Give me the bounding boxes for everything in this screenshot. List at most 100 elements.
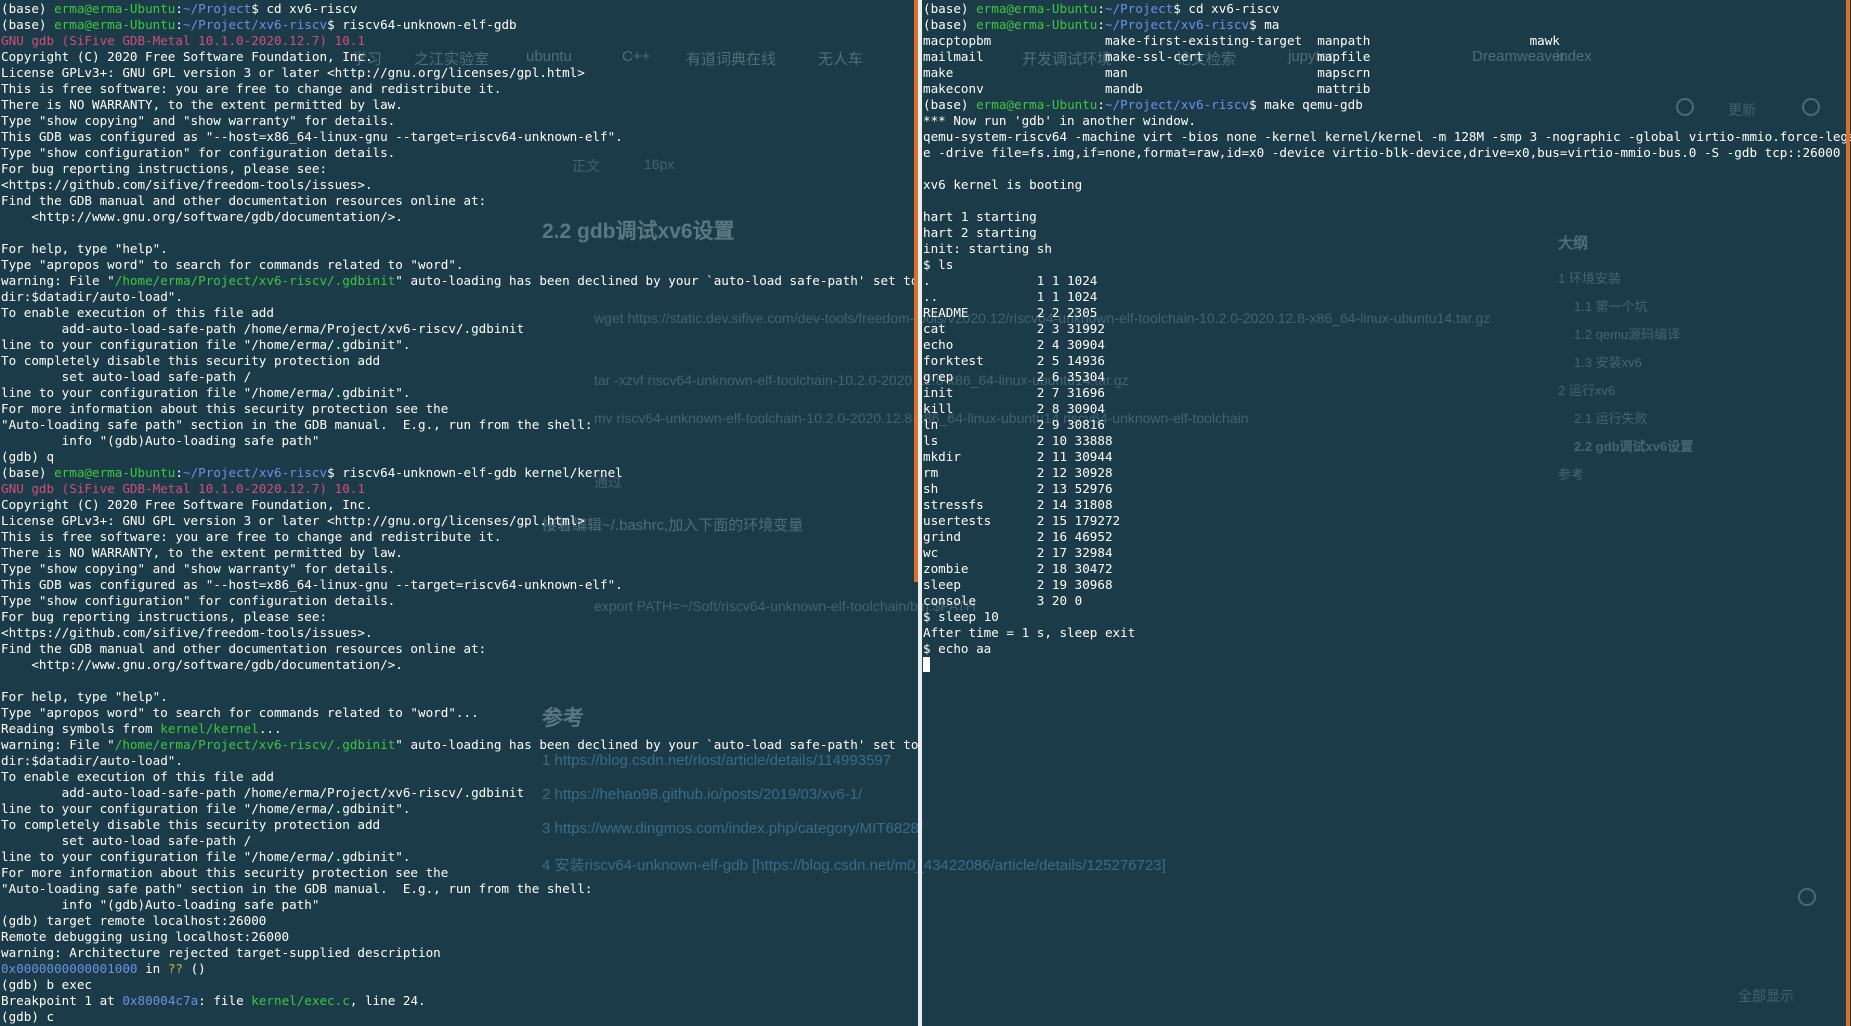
terminal-text: add-auto-load-safe-path /home/erma/Proje… — [1, 321, 525, 336]
terminal-line: Type "apropos word" to search for comman… — [1, 257, 918, 273]
terminal-line: set auto-load safe-path / — [1, 369, 918, 385]
terminal-text: README 2 2 2305 — [923, 305, 1098, 320]
terminal-line: There is NO WARRANTY, to the extent perm… — [1, 97, 918, 113]
terminal-text: dir:$datadir/auto-load". — [1, 753, 183, 768]
terminal-line: stressfs 2 14 31808 — [923, 497, 1851, 513]
terminal-left[interactable]: (base) erma@erma-Ubuntu:~/Project$ cd xv… — [0, 0, 918, 1026]
terminal-line: xv6 kernel is booting — [923, 177, 1851, 193]
terminal-right[interactable]: (base) erma@erma-Ubuntu:~/Project$ cd xv… — [922, 0, 1851, 1026]
terminal-text: $ sleep 10 — [923, 609, 999, 624]
terminal-line: dir:$datadir/auto-load". — [1, 289, 918, 305]
terminal-text: console 3 20 0 — [923, 593, 1083, 608]
terminal-line: e -drive file=fs.img,if=none,format=raw,… — [923, 145, 1851, 161]
terminal-text: Copyright (C) 2020 Free Software Foundat… — [1, 49, 373, 64]
terminal-text: (base) — [1, 17, 55, 32]
terminal-text: ... — [258, 721, 282, 736]
terminal-text: <http://www.gnu.org/software/gdb/documen… — [1, 657, 403, 672]
terminal-text: This is free software: you are free to c… — [1, 529, 502, 544]
terminal-line: *** Now run 'gdb' in another window. — [923, 113, 1851, 129]
terminal-line: Copyright (C) 2020 Free Software Foundat… — [1, 497, 918, 513]
terminal-text: set auto-load safe-path / — [1, 369, 252, 384]
terminal-line: Type "show configuration" for configurat… — [1, 145, 918, 161]
terminal-left-output: (base) erma@erma-Ubuntu:~/Project$ cd xv… — [1, 1, 918, 1025]
terminal-line: line to your configuration file "/home/e… — [1, 337, 918, 353]
terminal-text: There is NO WARRANTY, to the extent perm… — [1, 97, 403, 112]
terminal-line: (base) erma@erma-Ubuntu:~/Project/xv6-ri… — [1, 17, 918, 33]
text-cursor — [923, 657, 930, 672]
terminal-line: GNU gdb (SiFive GDB-Metal 10.1.0-2020.12… — [1, 481, 918, 497]
terminal-line: (base) erma@erma-Ubuntu:~/Project$ cd xv… — [1, 1, 918, 17]
terminal-text: To enable execution of this file add — [1, 305, 274, 320]
terminal-line: (base) erma@erma-Ubuntu:~/Project/xv6-ri… — [923, 97, 1851, 113]
terminal-line: $ sleep 10 — [923, 609, 1851, 625]
terminal-text: echo 2 4 30904 — [923, 337, 1105, 352]
terminal-line: dir:$datadir/auto-load". — [1, 753, 918, 769]
terminal-line: This GDB was configured as "--host=x86_6… — [1, 577, 918, 593]
terminal-text: /home/erma/Project/xv6-riscv/.gdbinit — [114, 737, 396, 752]
terminal-text: e -drive file=fs.img,if=none,format=raw,… — [923, 145, 1841, 160]
terminal-text: (gdb) c — [1, 1009, 55, 1024]
terminal-line: For more information about this security… — [1, 865, 918, 881]
terminal-text: wc 2 17 32984 — [923, 545, 1113, 560]
terminal-line: mailmail make-ssl-cert mapfile — [923, 49, 1851, 65]
terminal-text: kill 2 8 30904 — [923, 401, 1105, 416]
terminal-line: wc 2 17 32984 — [923, 545, 1851, 561]
terminal-text: sh 2 13 52976 — [923, 481, 1113, 496]
terminal-text: " auto-loading has been declined by your… — [395, 273, 918, 288]
terminal-text: zombie 2 18 30472 — [923, 561, 1113, 576]
terminal-line: $ echo aa — [923, 641, 1851, 657]
terminal-text: <https://github.com/sifive/freedom-tools… — [1, 625, 373, 640]
terminal-text: add-auto-load-safe-path /home/erma/Proje… — [1, 785, 525, 800]
terminal-line: ln 2 9 30816 — [923, 417, 1851, 433]
terminal-line: mkdir 2 11 30944 — [923, 449, 1851, 465]
terminal-text: set auto-load safe-path / — [1, 833, 252, 848]
terminal-input-line[interactable] — [923, 657, 1851, 673]
terminal-text: macptopbm make-first-existing-target man… — [923, 33, 1560, 48]
terminal-line: 0x0000000000001000 in ?? () — [1, 961, 918, 977]
terminal-line: init: starting sh — [923, 241, 1851, 257]
terminal-text: There is NO WARRANTY, to the extent perm… — [1, 545, 403, 560]
terminal-line: Find the GDB manual and other documentat… — [1, 193, 918, 209]
terminal-line: "Auto-loading safe path" section in the … — [1, 881, 918, 897]
terminal-line: make man mapscrn — [923, 65, 1851, 81]
terminal-text: erma@erma-Ubuntu — [54, 17, 176, 32]
terminal-text: erma@erma-Ubuntu — [976, 1, 1098, 16]
terminal-text: : file — [198, 993, 252, 1008]
terminal-text: erma@erma-Ubuntu — [976, 97, 1098, 112]
terminal-text: line to your configuration file "/home/e… — [1, 801, 411, 816]
terminal-text: $ ma — [1249, 17, 1280, 32]
terminal-text: line to your configuration file "/home/e… — [1, 385, 411, 400]
terminal-line: (gdb) c — [1, 1009, 918, 1025]
terminal-text: make man mapscrn — [923, 65, 1371, 80]
terminal-text: For help, type "help". — [1, 689, 168, 704]
terminal-text: ~/Project — [1105, 1, 1174, 16]
terminal-line: For help, type "help". — [1, 241, 918, 257]
terminal-text: To enable execution of this file add — [1, 769, 274, 784]
terminal-text: 0x0000000000001000 — [1, 961, 138, 976]
terminal-line: README 2 2 2305 — [923, 305, 1851, 321]
terminal-text: ~/Project/xv6-riscv — [1105, 17, 1250, 32]
terminal-text: GNU gdb (SiFive GDB-Metal 10.1.0-2020.12… — [1, 481, 365, 496]
terminal-line: (base) erma@erma-Ubuntu:~/Project/xv6-ri… — [923, 17, 1851, 33]
terminal-line: Type "apropos word" to search for comman… — [1, 705, 918, 721]
terminal-text: After time = 1 s, sleep exit — [923, 625, 1136, 640]
terminal-right-focus-bar — [1846, 0, 1850, 1026]
terminal-line: warning: File "/home/erma/Project/xv6-ri… — [1, 273, 918, 289]
terminal-text: xv6 kernel is booting — [923, 177, 1083, 192]
terminal-line: <https://github.com/sifive/freedom-tools… — [1, 625, 918, 641]
terminal-line: Reading symbols from kernel/kernel... — [1, 721, 918, 737]
terminal-line: For help, type "help". — [1, 689, 918, 705]
terminal-text: grep 2 6 35304 — [923, 369, 1105, 384]
terminal-text: mkdir 2 11 30944 — [923, 449, 1113, 464]
terminal-text: "Auto-loading safe path" section in the … — [1, 881, 593, 896]
terminal-text: erma@erma-Ubuntu — [54, 465, 176, 480]
terminal-line: To completely disable this security prot… — [1, 353, 918, 369]
terminal-text: To completely disable this security prot… — [1, 353, 381, 368]
terminal-text: : — [175, 17, 183, 32]
terminal-line: (base) erma@erma-Ubuntu:~/Project/xv6-ri… — [1, 465, 918, 481]
terminal-text: For bug reporting instructions, please s… — [1, 609, 328, 624]
terminal-text: Type "apropos word" to search for comman… — [1, 257, 464, 272]
terminal-line: warning: Architecture rejected target-su… — [1, 945, 918, 961]
terminal-text: ~/Project/xv6-riscv — [183, 465, 328, 480]
